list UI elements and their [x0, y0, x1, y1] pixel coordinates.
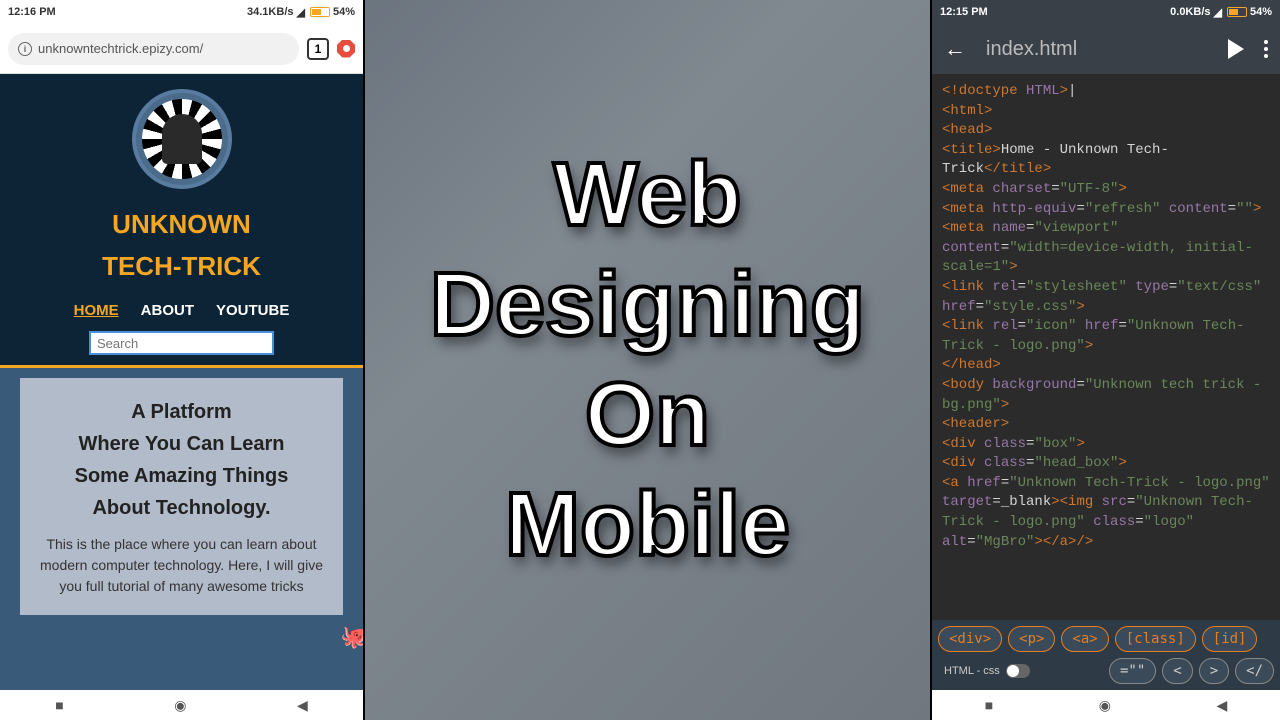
code-line[interactable]: <html> [942, 102, 1270, 122]
code-line[interactable]: </head> [942, 356, 1270, 376]
status-time-r: 12:15 PM [940, 6, 988, 18]
snippet-button[interactable]: </ [1235, 658, 1274, 684]
left-phone-browser: 12:16 PM 34.1KB/s ◢ 54% i unknowntechtri… [0, 0, 365, 720]
net-speed: 34.1KB/s [247, 6, 293, 18]
code-line[interactable]: <div class="box"> [942, 435, 1270, 455]
code-line[interactable]: <body background="Unknown tech trick - b… [942, 376, 1270, 415]
center-word-3: On [585, 370, 710, 460]
snippet-button[interactable]: ="" [1109, 658, 1156, 684]
code-line[interactable]: <meta name="viewport" content="width=dev… [942, 219, 1270, 278]
nav-about[interactable]: ABOUT [141, 302, 194, 319]
code-line[interactable]: <a href="Unknown Tech-Trick - logo.png" … [942, 474, 1270, 552]
home-button-r[interactable]: ◉ [1099, 697, 1111, 714]
browser-url-bar: i unknowntechtrick.epizy.com/ 1 [0, 24, 363, 74]
snippet-button[interactable]: <div> [938, 626, 1002, 652]
main-nav: HOME ABOUT YOUTUBE [0, 302, 363, 319]
back-button[interactable]: ◀ [297, 697, 308, 714]
code-editor[interactable]: <!doctype HTML>|<html><head><title>Home … [932, 74, 1280, 620]
battery-icon-r [1227, 7, 1247, 17]
lang-toggle[interactable]: HTML - css [938, 662, 1036, 680]
recent-apps-button[interactable]: ■ [55, 697, 63, 713]
content-body: This is the place where you can learn ab… [32, 534, 331, 597]
site-info-icon[interactable]: i [18, 42, 32, 56]
snippet-button[interactable]: > [1199, 658, 1229, 684]
android-nav-bar: ■ ◉ ◀ [0, 690, 363, 720]
status-time: 12:16 PM [8, 6, 56, 18]
content-card: A Platform Where You Can Learn Some Amaz… [20, 378, 343, 615]
code-line[interactable]: <link rel="stylesheet" type="text/css" h… [942, 278, 1270, 317]
site-header: UNKNOWN TECH-TRICK HOME ABOUT YOUTUBE [0, 74, 363, 368]
signal-icon-r: ◢ [1214, 6, 1222, 19]
snippet-button[interactable]: < [1162, 658, 1192, 684]
recent-apps-button-r[interactable]: ■ [985, 697, 993, 713]
code-line[interactable]: <link rel="icon" href="Unknown Tech-Tric… [942, 317, 1270, 356]
back-arrow-button[interactable]: ← [944, 36, 966, 62]
snippet-button[interactable]: [class] [1115, 626, 1196, 652]
center-word-4: Mobile [505, 480, 790, 570]
editor-filename: index.html [986, 38, 1208, 61]
code-line[interactable]: <div class="head_box"> [942, 454, 1270, 474]
mascot-icon: 🐙 [341, 624, 363, 650]
net-speed-r: 0.0KB/s [1170, 6, 1210, 18]
menu-icon[interactable] [1264, 40, 1268, 58]
status-bar-right: 12:15 PM 0.0KB/s ◢ 54% [932, 0, 1280, 24]
code-line[interactable]: <meta http-equiv="refresh" content=""> [942, 200, 1270, 220]
search-input[interactable] [89, 331, 274, 355]
status-right-r: 0.0KB/s ◢ 54% [1170, 6, 1272, 19]
battery-percent-r: 54% [1250, 6, 1272, 18]
code-line[interactable]: <meta charset="UTF-8"> [942, 180, 1270, 200]
status-right: 34.1KB/s ◢ 54% [247, 6, 355, 19]
code-line[interactable]: <!doctype HTML>| [942, 82, 1270, 102]
snippet-button[interactable]: <p> [1008, 626, 1055, 652]
nav-youtube[interactable]: YOUTUBE [216, 302, 289, 319]
site-logo[interactable] [132, 89, 232, 189]
tab-count-button[interactable]: 1 [307, 38, 329, 60]
stop-icon[interactable] [337, 40, 355, 58]
android-nav-bar-r: ■ ◉ ◀ [932, 690, 1280, 720]
content-heading: A Platform Where You Can Learn Some Amaz… [32, 396, 331, 524]
snippet-bar: <div><p><a> [class][id] HTML - css =""< ><… [932, 620, 1280, 690]
center-word-2: Designing [430, 260, 865, 350]
code-line[interactable]: <title>Home - Unknown Tech-Trick</title> [942, 141, 1270, 180]
status-bar-left: 12:16 PM 34.1KB/s ◢ 54% [0, 0, 363, 24]
snippet-button[interactable]: <a> [1061, 626, 1108, 652]
battery-percent: 54% [333, 6, 355, 18]
battery-icon [310, 7, 330, 17]
center-word-1: Web [553, 150, 741, 240]
nav-home[interactable]: HOME [74, 302, 119, 319]
back-button-r[interactable]: ◀ [1216, 697, 1227, 714]
code-line[interactable]: <header> [942, 415, 1270, 435]
url-text: unknowntechtrick.epizy.com/ [38, 41, 203, 56]
run-button[interactable] [1228, 39, 1244, 59]
center-title: Web Designing On Mobile [365, 0, 930, 720]
content-area: A Platform Where You Can Learn Some Amaz… [0, 368, 363, 690]
snippet-button[interactable]: [id] [1202, 626, 1258, 652]
home-button[interactable]: ◉ [174, 697, 186, 714]
signal-icon: ◢ [297, 6, 305, 19]
code-line[interactable]: <head> [942, 121, 1270, 141]
url-field[interactable]: i unknowntechtrick.epizy.com/ [8, 33, 299, 65]
right-phone-editor: 12:15 PM 0.0KB/s ◢ 54% ← index.html <!do… [930, 0, 1280, 720]
editor-toolbar: ← index.html [932, 24, 1280, 74]
site-title: UNKNOWN TECH-TRICK [0, 204, 363, 287]
